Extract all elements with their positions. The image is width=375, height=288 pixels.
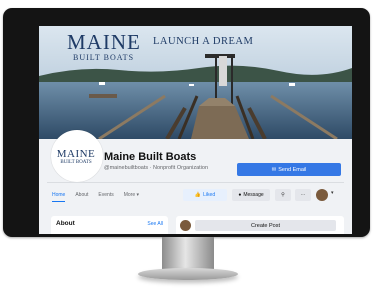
messenger-icon: ● [238, 192, 242, 198]
cover-brand-sub: BUILT BOATS [73, 53, 135, 62]
chevron-down-icon[interactable]: ▾ [331, 190, 334, 196]
mail-icon: ✉ [271, 166, 277, 173]
create-post-button[interactable]: Create Post [195, 220, 336, 231]
about-panel: About See All [51, 216, 168, 234]
cover-tagline: LAUNCH A DREAM [153, 36, 254, 47]
liked-label: Liked [203, 192, 216, 198]
page-tabs: Home About Events More ▾ [52, 192, 149, 202]
thumbs-up-icon: 👍 [194, 192, 202, 198]
see-all-link[interactable]: See All [147, 221, 163, 227]
cover-photo[interactable]: MAINE BUILT BOATS LAUNCH A DREAM [39, 26, 352, 139]
tab-about[interactable]: About [75, 192, 88, 202]
monitor-frame: MAINE BUILT BOATS LAUNCH A DREAM MAINE B… [3, 8, 370, 237]
create-post-panel: Create Post [176, 216, 344, 234]
about-title: About [56, 220, 75, 227]
tab-events[interactable]: Events [98, 192, 113, 202]
message-button[interactable]: ● Message [232, 189, 270, 201]
page-title: Maine Built Boats [104, 151, 197, 163]
profile-logo-main: MAINE [56, 148, 96, 160]
tab-more[interactable]: More ▾ [124, 192, 139, 202]
search-button[interactable]: ⚲ [275, 189, 291, 201]
tab-home[interactable]: Home [52, 192, 66, 202]
search-icon: ⚲ [281, 192, 285, 198]
send-email-label: Send Email [278, 166, 307, 173]
avatar[interactable] [316, 189, 328, 201]
page-handle: @mainebuiltboats · Nonprofit Organizatio… [104, 165, 209, 171]
monitor-stand-base [138, 268, 238, 280]
cover-brand-main: MAINE [67, 30, 141, 54]
profile-logo-sub: BUILT BOATS [60, 160, 92, 165]
more-icon: ··· [300, 192, 306, 198]
header-divider [47, 182, 344, 183]
send-email-button[interactable]: ✉ Send Email [237, 163, 341, 176]
screen: MAINE BUILT BOATS LAUNCH A DREAM MAINE B… [39, 26, 352, 234]
avatar[interactable] [180, 220, 191, 231]
monitor-stand-neck [162, 237, 214, 271]
message-label: Message [243, 192, 264, 198]
more-options-button[interactable]: ··· [295, 189, 311, 201]
liked-button[interactable]: 👍 Liked [183, 189, 227, 201]
